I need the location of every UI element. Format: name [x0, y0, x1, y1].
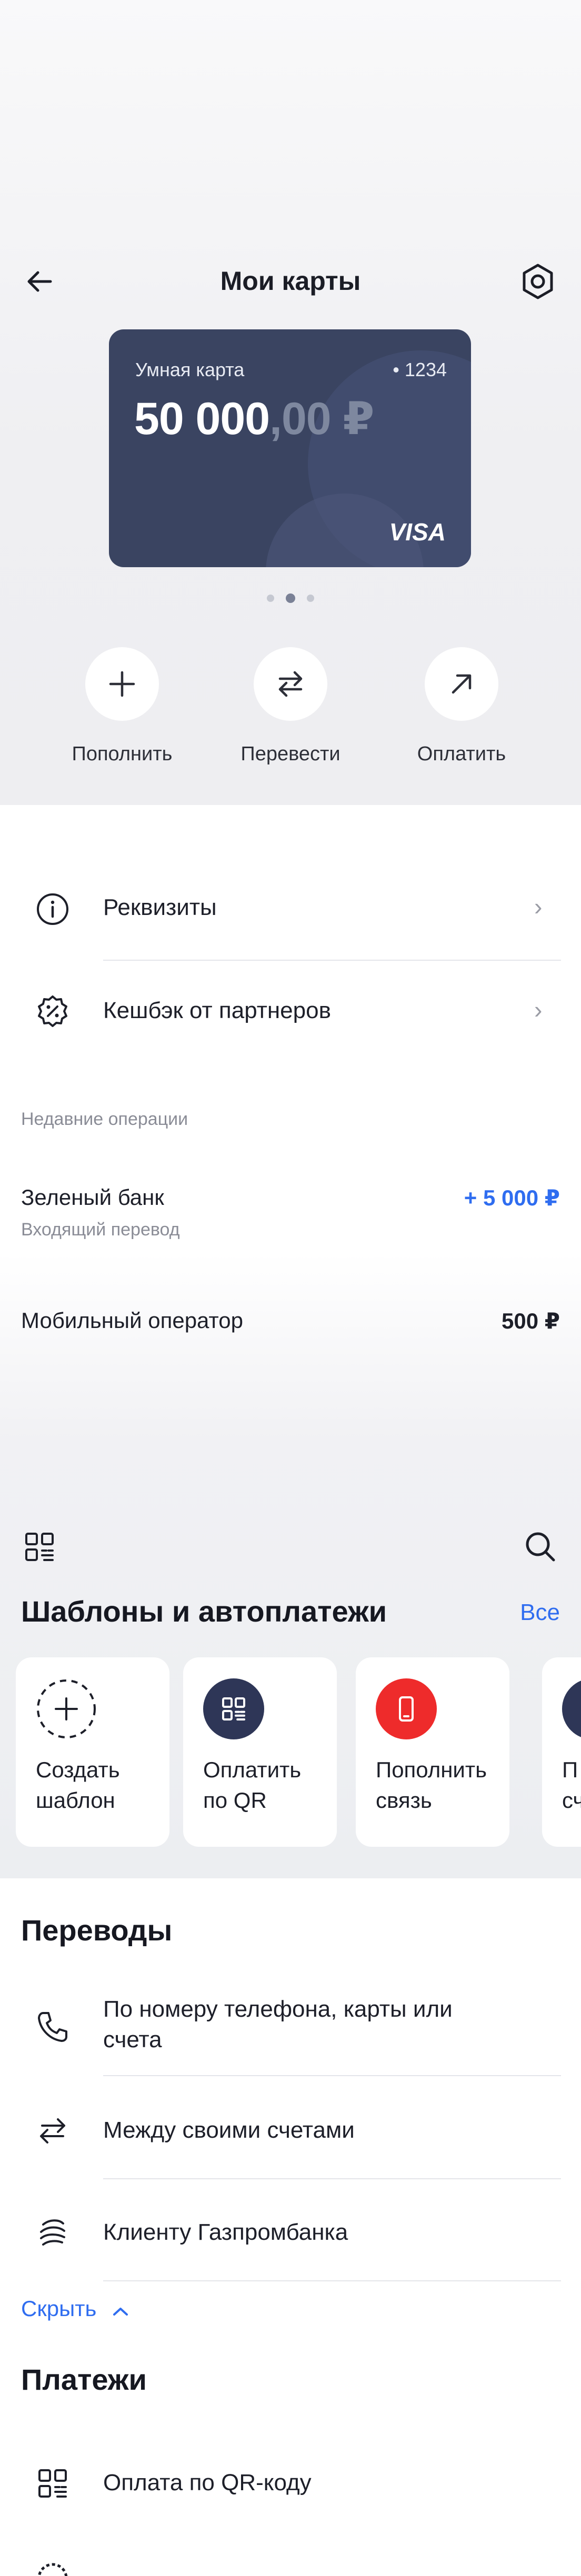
operation-amount: 500 ₽ [502, 1309, 560, 1333]
topup-phone-tile[interactable]: Пополнить связь [356, 1657, 509, 1847]
operation-title[interactable]: Мобильный оператор [21, 1308, 243, 1333]
search-icon[interactable] [521, 1527, 560, 1566]
phone-icon [376, 1678, 437, 1739]
topup-button[interactable]: Пополнить [62, 647, 183, 766]
divider [103, 2178, 561, 2179]
percent-badge-icon [32, 990, 74, 1032]
card-balance: 50 000,00 ₽ [134, 393, 374, 445]
transfer-icon [254, 647, 327, 721]
divider [103, 2075, 561, 2076]
divider [103, 2280, 561, 2281]
cashback-label[interactable]: Кешбэк от партнеров [103, 998, 331, 1024]
pay-by-qr-code[interactable]: Оплата по QR-коду [103, 2468, 312, 2498]
tile-label: П сч [562, 1757, 581, 1813]
card-balance-decimals: ,00 ₽ [269, 394, 374, 444]
transfer-gazprombank-client[interactable]: Клиенту Газпромбанка [103, 2217, 348, 2248]
plus-dashed-icon [36, 1678, 97, 1739]
partial-template-tile[interactable]: П сч [542, 1657, 581, 1847]
tile-label: Оплатить по QR [203, 1757, 302, 1813]
visa-logo: VISA [389, 518, 446, 546]
card-balance-int: 50 000 [134, 394, 270, 444]
phone-handset-icon [32, 2006, 74, 2048]
tile-label: Пополнить связь [376, 1757, 487, 1813]
bank-card[interactable]: Умная карта • 1234 50 000,00 ₽ VISA [109, 329, 471, 567]
transfer-button[interactable]: Перевести [230, 647, 351, 766]
card-number: • 1234 [393, 359, 447, 380]
pager-dot[interactable] [307, 595, 314, 602]
pager-dot[interactable] [267, 595, 274, 602]
payments-title: Платежи [21, 2363, 147, 2396]
transfers-title: Переводы [21, 1914, 173, 1947]
pay-label: Оплатить [417, 743, 506, 765]
pay-button[interactable]: Оплатить [401, 647, 522, 766]
operation-title[interactable]: Зеленый банк [21, 1185, 164, 1210]
chevron-right-icon: › [534, 893, 543, 920]
swap-icon [32, 2110, 74, 2152]
transfer-by-phone[interactable]: По номеру телефона, карты или счета [103, 1994, 453, 2055]
transfer-own-accounts[interactable]: Между своими счетами [103, 2115, 355, 2146]
tile-label: Создать шаблон [36, 1757, 120, 1813]
plus-icon [85, 647, 159, 721]
pay-qr-tile[interactable]: Оплатить по QR [183, 1657, 337, 1847]
qr-icon [203, 1678, 264, 1739]
topup-label: Пополнить [72, 743, 173, 765]
transfer-label: Перевести [241, 743, 340, 765]
hide-link[interactable]: Скрыть [21, 2296, 130, 2323]
create-template-tile[interactable]: Создать шаблон [16, 1657, 169, 1847]
operation-subtitle: Входящий перевод [21, 1220, 180, 1240]
chevron-right-icon: › [534, 996, 543, 1023]
page-title: Мои карты [220, 266, 361, 296]
gazprombank-icon [32, 2212, 74, 2254]
requisites-label[interactable]: Реквизиты [103, 894, 217, 921]
divider [103, 960, 561, 961]
operation-amount: + 5 000 ₽ [464, 1185, 560, 1210]
qr-icon [32, 2462, 74, 2504]
info-icon [32, 888, 74, 930]
templates-title: Шаблоны и автоплатежи [21, 1595, 387, 1628]
qr-scan-icon[interactable] [21, 1528, 58, 1565]
recent-caption: Недавние операции [21, 1109, 188, 1129]
card-name: Умная карта [135, 359, 245, 380]
partial-list-icon [33, 2558, 73, 2576]
templates-all-link[interactable]: Все [520, 1599, 560, 1626]
partial-icon [562, 1678, 581, 1739]
arrow-up-right-icon [425, 647, 498, 721]
hide-label: Скрыть [21, 2296, 97, 2321]
card-pager [0, 593, 581, 603]
gear-icon[interactable] [518, 262, 557, 301]
pager-dot-active[interactable] [286, 593, 295, 603]
chevron-up-icon [111, 2298, 130, 2323]
